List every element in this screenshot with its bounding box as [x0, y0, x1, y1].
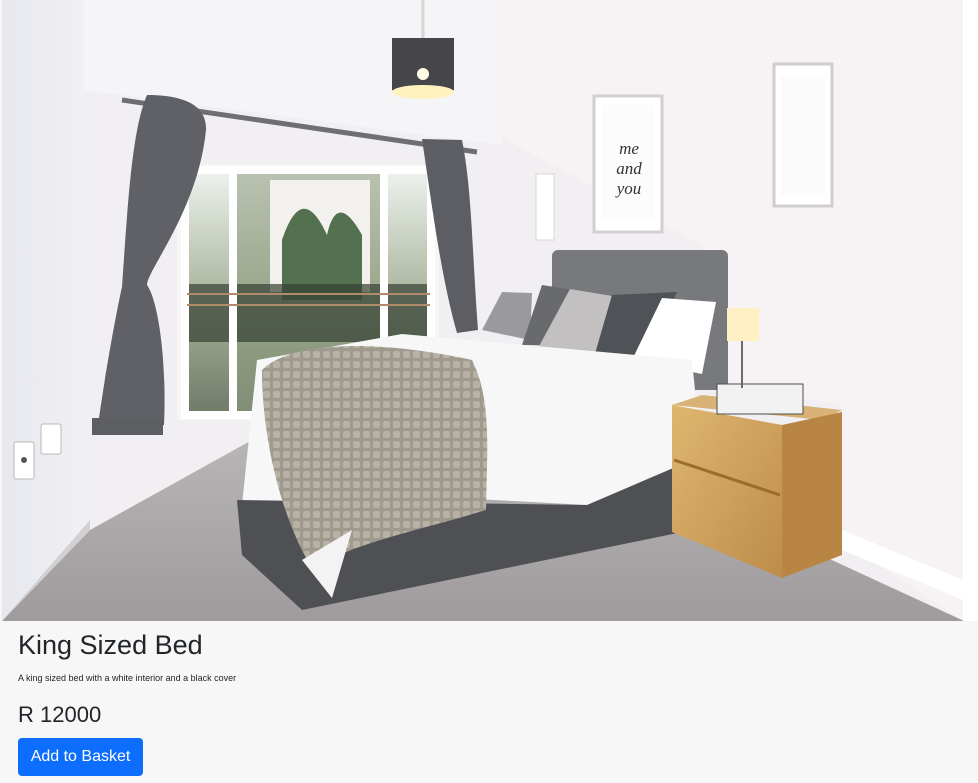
- product-card: me and you King Sized Bed A king sized b…: [0, 0, 978, 783]
- product-image: me and you: [2, 0, 963, 621]
- product-card-body: King Sized Bed A king sized bed with a w…: [0, 621, 978, 783]
- svg-text:me: me: [619, 139, 639, 158]
- product-price: R 12000: [18, 702, 102, 727]
- svg-text:and: and: [616, 159, 642, 178]
- image-margin: [963, 0, 978, 621]
- product-title: King Sized Bed: [18, 630, 203, 660]
- add-to-basket-button[interactable]: Add to Basket: [18, 738, 143, 776]
- svg-text:you: you: [615, 179, 642, 198]
- product-description: A king sized bed with a white interior a…: [18, 673, 237, 683]
- bedroom-photo: me and you: [2, 0, 963, 621]
